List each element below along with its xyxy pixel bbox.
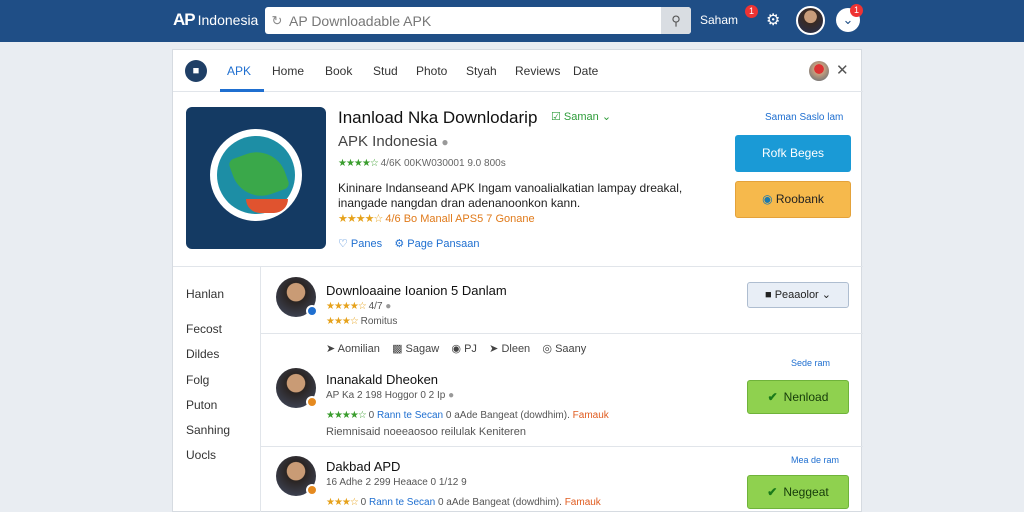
sidebar-item-dildes[interactable]: Dildes xyxy=(186,347,219,361)
app-links: ♡ Panes ⚙ Page Pansaan xyxy=(338,237,479,250)
bookmark-icon: ◉ xyxy=(762,192,773,206)
tab-user-avatar[interactable] xyxy=(809,61,829,81)
top-navigation-bar: AP Indonesia ↻ AP Downloadable APK ⚲ Sah… xyxy=(0,0,1024,42)
search-input[interactable]: AP Downloadable APK xyxy=(289,13,661,29)
search-icon[interactable]: ⚲ xyxy=(661,7,691,34)
download-button[interactable]: ✔ Nenload xyxy=(747,380,849,414)
app-title: Inanload Nka Downlodarip xyxy=(338,108,538,127)
logo-text: Indonesia xyxy=(197,12,259,28)
star-rating-icon: ★★★☆ xyxy=(326,497,359,508)
sidebar-item-folg[interactable]: Folg xyxy=(186,373,209,387)
sidebar-item-sanhing[interactable]: Sanhing xyxy=(186,423,230,437)
tab-stud[interactable]: Stud xyxy=(373,64,398,78)
star-rating-icon: ★★★★☆ xyxy=(326,301,367,312)
sidebar-item-puton[interactable]: Puton xyxy=(186,398,217,412)
sidebar-item-fecost[interactable]: Fecost xyxy=(186,322,222,336)
review-title: Dakbad APD xyxy=(326,459,401,474)
review-item: Mea de ram Dakbad APD 16 Adhe 2 299 Heaa… xyxy=(261,447,863,512)
review-dropdown-button[interactable]: ■ Peaaolor ⌄ xyxy=(747,282,849,308)
tab-book[interactable]: Book xyxy=(325,64,352,78)
follow-button[interactable]: ☑ Saman ⌄ xyxy=(551,110,611,123)
review-meta-2: ★★★★☆ 0 Rann te Secan 0 aAde Bangeat (do… xyxy=(326,410,609,421)
tab-date[interactable]: Date xyxy=(573,64,598,78)
user-avatar[interactable] xyxy=(796,6,825,35)
refresh-icon[interactable]: ↻ xyxy=(265,13,289,29)
tab-reviews[interactable]: Reviews xyxy=(515,64,560,78)
site-logo[interactable]: AP Indonesia xyxy=(173,10,258,30)
app-icon xyxy=(186,107,326,249)
review-title: Inanakald Dheoken xyxy=(326,372,439,387)
review-body: Riemnisaid noeeaosoo reilulak Keniteren xyxy=(326,426,526,438)
star-rating-icon: ★★★★☆ xyxy=(338,158,379,169)
logo-mark: AP xyxy=(173,10,196,29)
tab-styah[interactable]: Styah xyxy=(466,64,497,78)
tab-photo[interactable]: Photo xyxy=(416,64,447,78)
share-link[interactable]: ♡ Panes xyxy=(338,238,382,250)
review-meta: ★★★★☆ 4/7 ● xyxy=(326,301,392,312)
app-stats: ★★★★☆ 4/6 Bo Manall APS5 7 Gonane xyxy=(338,213,535,225)
search-bar[interactable]: ↻ AP Downloadable APK ⚲ xyxy=(265,7,691,34)
check-icon: ✔ xyxy=(767,485,778,499)
review-timestamp: Mea de ram xyxy=(791,455,840,465)
star-rating-icon: ★★★☆ xyxy=(326,316,359,327)
reviewer-avatar[interactable] xyxy=(276,456,318,496)
install-button[interactable]: Rofk Beges xyxy=(735,135,851,172)
review-item: Downloaaine Ioanion 5 Danlam ★★★★☆ 4/7 ●… xyxy=(261,267,863,332)
review-meta: AP Ka 2 198 Hoggor 0 2 Ip ● xyxy=(326,390,455,401)
bookmark-button[interactable]: ◉ Roobank xyxy=(735,181,851,218)
app-small-icon[interactable]: ■ xyxy=(185,60,207,82)
sidebar-item-hanlan[interactable]: Hanlan xyxy=(186,287,224,301)
review-meta-2: ★★★☆ 0 Rann te Secan 0 aAde Bangeat (dow… xyxy=(326,497,601,508)
settings-icon[interactable]: ⚙ xyxy=(766,10,780,30)
active-tab-indicator xyxy=(220,89,264,92)
review-meta-2: ★★★☆ Romitus xyxy=(326,316,398,327)
sidebar: Hanlan Fecost Dildes Folg Puton Sanhing … xyxy=(173,267,261,512)
verified-icon: ● xyxy=(448,390,455,401)
app-rating: ★★★★☆ 4/6K 00KW030001 9.0 800s xyxy=(338,158,506,169)
review-title: Downloaaine Ioanion 5 Danlam xyxy=(326,283,507,298)
reviewer-avatar[interactable] xyxy=(276,277,318,317)
verified-icon: ● xyxy=(385,301,392,312)
app-meta: Saman Saslo lam xyxy=(765,112,844,123)
check-icon: ✔ xyxy=(767,390,778,404)
header-user-label[interactable]: Saham xyxy=(700,13,738,27)
notification-badge: 1 xyxy=(745,5,758,18)
notification-badge-2: 1 xyxy=(850,4,863,17)
reviewer-avatar[interactable] xyxy=(276,368,318,408)
review-timestamp: Sede ram xyxy=(791,358,831,368)
app-developer[interactable]: APK Indonesia ● xyxy=(338,133,449,150)
review-meta: 16 Adhe 2 299 Heaace 0 1/12 9 xyxy=(326,477,467,488)
tab-home[interactable]: Home xyxy=(272,64,304,78)
page-link[interactable]: ⚙ Page Pansaan xyxy=(394,238,479,250)
star-rating-icon: ★★★★☆ xyxy=(326,410,367,421)
app-description: Kininare Indanseand APK Ingam vanoalialk… xyxy=(338,181,683,210)
close-icon[interactable]: ✕ xyxy=(836,61,849,79)
verified-icon: ● xyxy=(441,135,449,149)
tab-apk[interactable]: APK xyxy=(227,64,251,78)
tab-bar: ■ APK Home Book Stud Photo Styah Reviews… xyxy=(173,50,863,92)
review-item: Sede ram Inanakald Dheoken AP Ka 2 198 H… xyxy=(261,354,863,444)
star-rating-icon: ★★★★☆ xyxy=(338,213,383,225)
sidebar-item-uocls[interactable]: Uocls xyxy=(186,448,216,462)
download-button[interactable]: ✔ Neggeat xyxy=(747,475,849,509)
app-detail-panel: ■ APK Home Book Stud Photo Styah Reviews… xyxy=(172,49,863,512)
